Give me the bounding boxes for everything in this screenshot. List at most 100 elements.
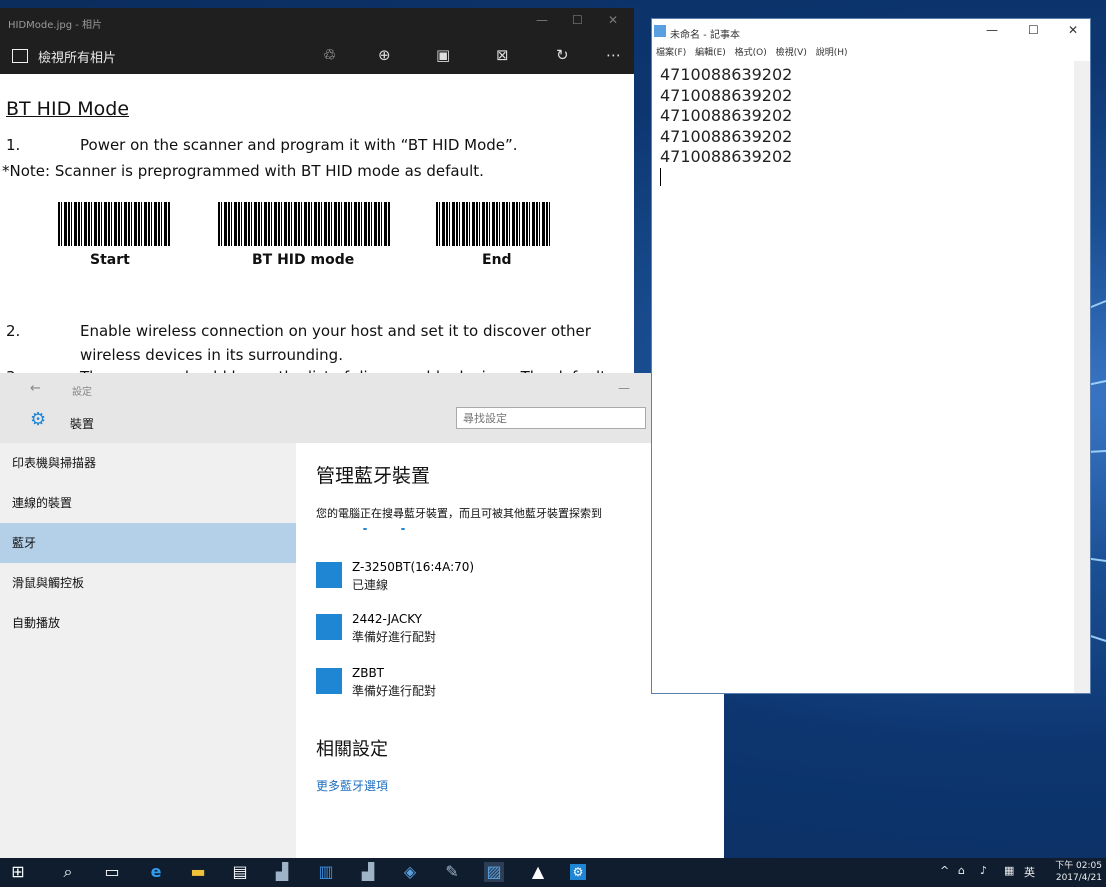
keyboard-layout-icon[interactable]: ▦ [1004, 864, 1014, 877]
menu-view[interactable]: 檢視(V) [776, 48, 807, 58]
text-cursor [660, 167, 661, 186]
more-bluetooth-link[interactable]: 更多藍牙選項 [316, 777, 388, 794]
menu-help[interactable]: 說明(H) [816, 48, 848, 58]
searching-text: 您的電腦正在搜尋藍牙裝置，而且可被其他藍牙裝置探索到 [316, 507, 602, 520]
device-status: 準備好進行配對 [352, 630, 437, 644]
notepad-menubar: 檔案(F) 編輯(E) 格式(O) 檢視(V) 說明(H) [652, 45, 1090, 61]
doc-heading: BT HID Mode [6, 98, 130, 120]
show-hidden-icons-icon[interactable]: ^ [940, 864, 949, 877]
maximize-icon[interactable]: ☐ [1028, 23, 1039, 37]
barcode-bt-hid [218, 202, 390, 246]
text-line: 4710088639202 [660, 106, 793, 125]
paint-icon[interactable]: ✎ [442, 862, 462, 882]
text-line: 4710088639202 [660, 65, 793, 84]
device-status: 準備好進行配對 [352, 684, 437, 698]
nav-connected-devices[interactable]: 連線的裝置 [0, 483, 296, 523]
related-settings-title: 相關設定 [316, 739, 388, 760]
start-windows-icon[interactable]: ⊞ [8, 862, 28, 882]
text-line: 4710088639202 [660, 85, 793, 105]
device-name: ZBBT [352, 666, 385, 680]
minimize-icon[interactable]: — [536, 13, 548, 27]
progress-dots [346, 528, 426, 530]
step1-text: Power on the scanner and program it with… [80, 136, 518, 154]
view-all-label: 檢視所有相片 [38, 51, 117, 66]
minimize-icon[interactable]: — [986, 23, 998, 37]
taskbar: ⊞ ⌕ ▭ e ▬ ▤ ▟ ▥ ▟ ◈ ✎ ▨ ▲ ⚙ ^ ⌂ ♪ ▦ 英 下午… [0, 858, 1106, 887]
menu-format[interactable]: 格式(O) [735, 48, 767, 58]
app-icon[interactable]: ▟ [272, 862, 292, 882]
clock-time: 下午 02:05 [1055, 861, 1102, 871]
maximize-icon[interactable]: ☐ [572, 13, 583, 27]
photo-icon [12, 49, 28, 63]
gear-icon: ⚙ [30, 409, 47, 430]
minimize-icon[interactable]: — [618, 381, 630, 395]
search-input[interactable] [456, 407, 646, 429]
device-name: Z-3250BT(16:4A:70) [352, 560, 475, 574]
app-icon[interactable]: ▟ [358, 862, 378, 882]
settings-title: 設定 [72, 387, 92, 398]
computer-phone-icon [316, 668, 342, 694]
computer-phone-icon [316, 614, 342, 640]
barcode-end [436, 202, 552, 246]
step1-number: 1. [6, 136, 21, 154]
network-icon[interactable]: ⌂ [958, 864, 965, 877]
barcode-start [58, 202, 170, 246]
more-icon[interactable]: ⋯ [606, 46, 621, 64]
rotate-icon[interactable]: ↻ [556, 46, 569, 64]
vertical-scrollbar[interactable] [1074, 61, 1090, 693]
settings-window: ← 設定 — ⚙ 裝置 印表機與掃描器 連線的裝置 藍牙 滑鼠與觸控板 自動播放… [0, 373, 724, 858]
notepad-window: 未命名 - 記事本 — ☐ ✕ 檔案(F) 編輯(E) 格式(O) 檢視(V) … [651, 18, 1091, 694]
notepad-titlebar: 未命名 - 記事本 — ☐ ✕ [652, 19, 1090, 45]
settings-sidebar: 印表機與掃描器 連線的裝置 藍牙 滑鼠與觸控板 自動播放 [0, 443, 296, 858]
clock-date: 2017/4/21 [1055, 873, 1102, 883]
barcode-label-bt-hid: BT HID mode [252, 252, 355, 268]
ime-indicator[interactable]: 英 [1024, 864, 1035, 880]
photos-taskbar-icon[interactable]: ▲ [528, 862, 548, 882]
task-view-icon[interactable]: ▭ [102, 862, 122, 882]
photos-toolbar: 檢視所有相片 ♲ ⊕ ▣ ⊠ ↻ ⋯ [0, 38, 634, 74]
settings-taskbar-icon[interactable]: ⚙ [570, 864, 586, 880]
step2-number: 2. [6, 322, 21, 340]
note-text: *Note: Scanner is preprogrammed with BT … [2, 162, 484, 180]
share-icon[interactable]: ♲ [323, 46, 336, 64]
step2-text: Enable wireless connection on your host … [80, 322, 591, 340]
app-icon[interactable]: ▥ [316, 862, 336, 882]
text-line: 4710088639202 [660, 147, 793, 166]
device-status: 已連線 [352, 578, 389, 592]
nav-bluetooth[interactable]: 藍牙 [0, 523, 296, 563]
close-icon[interactable]: ✕ [1068, 23, 1078, 37]
photos-title: HIDMode.jpg - 相片 [8, 20, 103, 31]
volume-icon[interactable]: ♪ [980, 864, 987, 877]
photos-window: HIDMode.jpg - 相片 — ☐ ✕ 檢視所有相片 ♲ ⊕ ▣ ⊠ ↻ … [0, 8, 634, 388]
notepad-taskbar-icon[interactable]: ▨ [484, 862, 504, 882]
edit-icon[interactable]: ⊠ [496, 46, 509, 64]
store-icon[interactable]: ▤ [230, 862, 250, 882]
notepad-title: 未命名 - 記事本 [670, 30, 740, 41]
section-title: 裝置 [70, 417, 95, 431]
close-icon[interactable]: ✕ [608, 13, 618, 27]
menu-file[interactable]: 檔案(F) [656, 48, 686, 58]
device-name: 2442-JACKY [352, 612, 423, 626]
nav-autoplay[interactable]: 自動播放 [0, 603, 296, 643]
app-icon[interactable]: ◈ [400, 862, 420, 882]
barcode-label-start: Start [90, 252, 130, 268]
edge-icon[interactable]: e [146, 862, 166, 882]
nav-printers-scanners[interactable]: 印表機與掃描器 [0, 443, 296, 483]
clock[interactable]: 下午 02:05 2017/4/21 [1050, 860, 1102, 884]
notepad-text-area[interactable]: 4710088639202 4710088639202 471008863920… [660, 65, 792, 186]
nav-mouse-touchpad[interactable]: 滑鼠與觸控板 [0, 563, 296, 603]
back-icon[interactable]: ← [30, 381, 41, 396]
keyboard-icon [316, 562, 342, 588]
zoom-icon[interactable]: ⊕ [378, 46, 391, 64]
settings-titlebar: ← 設定 — [0, 373, 724, 403]
file-explorer-icon[interactable]: ▬ [188, 862, 208, 882]
notepad-icon [654, 25, 666, 37]
settings-header: ⚙ 裝置 [0, 403, 724, 443]
slideshow-icon[interactable]: ▣ [436, 46, 450, 64]
text-line: 4710088639202 [660, 126, 793, 146]
step2-text-cont: wireless devices in its surrounding. [80, 346, 343, 364]
search-icon[interactable]: ⌕ [58, 862, 78, 882]
photos-titlebar: HIDMode.jpg - 相片 — ☐ ✕ [0, 8, 634, 38]
view-all-photos-button[interactable]: 檢視所有相片 [12, 47, 116, 66]
menu-edit[interactable]: 編輯(E) [695, 48, 726, 58]
